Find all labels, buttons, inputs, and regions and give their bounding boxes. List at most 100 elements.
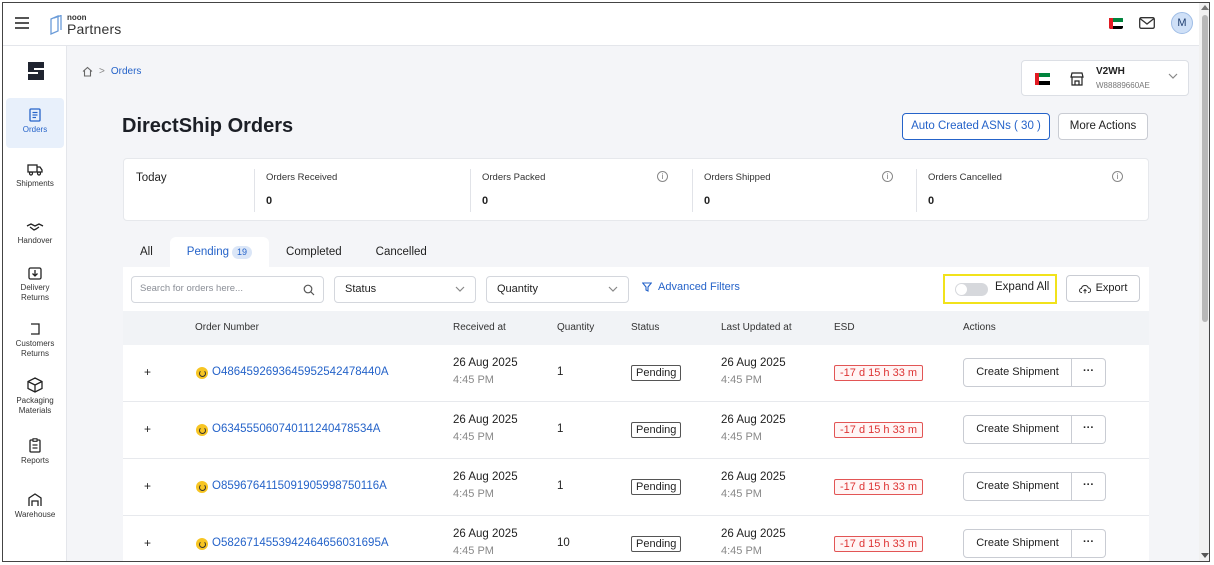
received-date: 26 Aug 2025 [453, 414, 518, 426]
truck-icon [27, 164, 43, 176]
column-header[interactable]: Status [631, 322, 659, 333]
more-options-button[interactable]: ··· [1072, 529, 1106, 558]
more-options-button[interactable]: ··· [1072, 415, 1106, 444]
sidebar-item-handover[interactable]: Handover [6, 221, 64, 246]
expand-row-button[interactable]: + [144, 365, 151, 379]
sidebar-item-reports[interactable]: Reports [6, 438, 64, 466]
tab-label: Cancelled [375, 246, 427, 258]
status-badge: Pending [631, 479, 682, 495]
column-header[interactable]: Quantity [557, 322, 594, 333]
package-icon [27, 377, 43, 393]
export-button[interactable]: Export [1066, 275, 1140, 302]
warehouse-icon [28, 493, 42, 506]
column-header[interactable]: Received at [453, 322, 506, 333]
brand-s-icon[interactable] [25, 60, 47, 82]
warehouse-name: V2WH [1096, 66, 1125, 77]
tab-label: Completed [286, 246, 342, 258]
order-number-link[interactable]: O634555060740111240478534A [212, 423, 380, 435]
order-number-link[interactable]: O4864592693645952542478440A [212, 366, 389, 378]
stat-value: 0 [704, 195, 711, 207]
mail-icon[interactable] [1139, 17, 1155, 29]
scroll-down-icon[interactable] [1201, 553, 1209, 558]
updated-date: 26 Aug 2025 [721, 357, 786, 369]
stat-orders-shipped: Orders Shipped 0 i [692, 159, 916, 222]
table-row: + O634555060740111240478534A 26 Aug 2025… [123, 402, 1149, 459]
create-shipment-button[interactable]: Create Shipment [963, 415, 1072, 444]
sidebar-item-label: Packaging Materials [16, 396, 54, 415]
updated-date: 26 Aug 2025 [721, 471, 786, 483]
sidebar-item-warehouse[interactable]: Warehouse [6, 493, 64, 520]
more-options-button[interactable]: ··· [1072, 358, 1106, 387]
sidebar-item-customers-returns[interactable]: Customers Returns [6, 322, 64, 359]
stat-label: Orders Cancelled [928, 172, 1002, 183]
esd-badge: -17 d 15 h 33 m [834, 536, 924, 552]
expand-row-button[interactable]: + [144, 536, 151, 550]
info-icon[interactable]: i [1112, 171, 1123, 182]
tab-all[interactable]: All [123, 237, 170, 267]
scrollbar-thumb[interactable] [1202, 15, 1208, 322]
received-time: 4:45 PM [453, 545, 494, 557]
chevron-down-icon [1168, 73, 1178, 79]
tab-cancelled[interactable]: Cancelled [359, 237, 444, 267]
column-header[interactable]: Actions [963, 322, 996, 333]
warehouse-code: W88889660AE [1096, 81, 1150, 90]
scroll-up-icon[interactable] [1201, 5, 1209, 10]
sidebar-item-delivery-returns[interactable]: Delivery Returns [6, 266, 64, 303]
expand-all-control[interactable]: Expand All [943, 274, 1057, 304]
handshake-icon [26, 223, 44, 231]
noon-partners-logo[interactable]: noon Partners [49, 12, 122, 38]
info-icon[interactable]: i [882, 171, 893, 182]
received-time: 4:45 PM [453, 488, 494, 500]
search-input[interactable] [140, 283, 295, 294]
status-filter-select[interactable]: Status [334, 276, 476, 303]
order-number-link[interactable]: O8596764115091905998750116A [212, 480, 387, 492]
auto-created-asns-button[interactable]: Auto Created ASNs ( 30 ) [902, 113, 1050, 140]
sidebar-item-label: Warehouse [14, 510, 56, 519]
breadcrumb-orders[interactable]: Orders [111, 66, 142, 77]
pending-status-icon [196, 538, 208, 550]
sidebar-item-packaging-materials[interactable]: Packaging Materials [6, 377, 64, 416]
stat-value: 0 [928, 195, 935, 207]
received-date: 26 Aug 2025 [453, 528, 518, 540]
more-actions-button[interactable]: More Actions [1058, 113, 1148, 140]
expand-row-button[interactable]: + [144, 479, 151, 493]
chevron-down-icon [608, 286, 618, 292]
expand-all-toggle[interactable] [955, 283, 988, 296]
tab-pending[interactable]: Pending 19 [169, 237, 270, 267]
pending-status-icon [196, 424, 208, 436]
top-bar: noon Partners M [3, 3, 1209, 46]
quantity-value: 1 [557, 480, 564, 492]
sidebar-item-orders[interactable]: Orders [6, 98, 64, 148]
breadcrumb: > Orders [82, 66, 141, 77]
sidebar-item-label: Handover [17, 236, 53, 245]
tab-completed[interactable]: Completed [269, 237, 359, 267]
stat-orders-cancelled: Orders Cancelled 0 i [916, 159, 1148, 222]
page-scrollbar[interactable] [1199, 3, 1209, 561]
quantity-value: 1 [557, 366, 564, 378]
quantity-filter-select[interactable]: Quantity [486, 276, 629, 303]
uae-flag-icon[interactable] [1109, 17, 1123, 29]
search-icon[interactable] [303, 284, 315, 296]
column-header[interactable]: Order Number [195, 322, 259, 333]
column-header[interactable]: ESD [834, 322, 855, 333]
more-options-button[interactable]: ··· [1072, 472, 1106, 501]
tab-count-badge: 19 [232, 246, 253, 259]
order-number-link[interactable]: O5826714553942464656031695A [212, 537, 389, 549]
create-shipment-button[interactable]: Create Shipment [963, 529, 1072, 558]
column-header[interactable]: Last Updated at [721, 322, 792, 333]
main-content: > Orders V2WH W88889660AE DirectShip Ord… [68, 46, 1209, 561]
home-icon[interactable] [82, 66, 93, 77]
updated-date: 26 Aug 2025 [721, 414, 786, 426]
info-icon[interactable]: i [657, 171, 668, 182]
stat-value: 0 [266, 195, 273, 207]
user-avatar[interactable]: M [1171, 12, 1193, 34]
create-shipment-button[interactable]: Create Shipment [963, 472, 1072, 501]
menu-icon[interactable] [15, 17, 29, 29]
sidebar-item-shipments[interactable]: Shipments [6, 164, 64, 189]
expand-row-button[interactable]: + [144, 422, 151, 436]
advanced-filters-link[interactable]: Advanced Filters [642, 281, 740, 293]
create-shipment-button[interactable]: Create Shipment [963, 358, 1072, 387]
warehouse-selector[interactable]: V2WH W88889660AE [1021, 60, 1189, 96]
updated-time: 4:45 PM [721, 374, 762, 386]
status-filter-value: Status [345, 283, 377, 295]
